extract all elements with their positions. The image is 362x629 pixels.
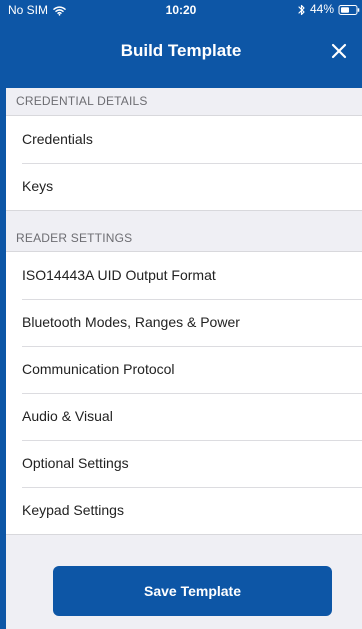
bluetooth-icon bbox=[298, 4, 306, 16]
section-header-credential-details: CREDENTIAL DETAILS bbox=[6, 88, 362, 115]
list-item-label: Bluetooth Modes, Ranges & Power bbox=[22, 314, 240, 330]
list-item-optional-settings[interactable]: Optional Settings bbox=[6, 440, 362, 487]
list-item-communication-protocol[interactable]: Communication Protocol bbox=[6, 346, 362, 393]
list-item-bluetooth-modes-ranges-power[interactable]: Bluetooth Modes, Ranges & Power bbox=[6, 299, 362, 346]
save-template-button[interactable]: Save Template bbox=[53, 566, 332, 616]
navigation-bar: Build Template bbox=[0, 20, 362, 88]
section-header-reader-settings: READER SETTINGS bbox=[6, 211, 362, 251]
list-item-audio-visual[interactable]: Audio & Visual bbox=[6, 393, 362, 440]
credential-details-group: Credentials Keys bbox=[6, 115, 362, 211]
close-icon[interactable] bbox=[328, 40, 350, 62]
list-item-label: Keypad Settings bbox=[22, 502, 124, 518]
list-item-iso14443a-uid-output-format[interactable]: ISO14443A UID Output Format bbox=[6, 252, 362, 299]
settings-list: CREDENTIAL DETAILS Credentials Keys READ… bbox=[6, 88, 362, 629]
list-item-keypad-settings[interactable]: Keypad Settings bbox=[6, 487, 362, 534]
status-right: 44% bbox=[298, 3, 360, 16]
battery-percent: 44% bbox=[309, 2, 334, 16]
list-item-label: Optional Settings bbox=[22, 455, 129, 471]
battery-icon bbox=[338, 4, 360, 16]
list-item-label: ISO14443A UID Output Format bbox=[22, 267, 216, 283]
page-title: Build Template bbox=[120, 41, 242, 60]
app-screen: No SIM 10:20 44% Build Template CREDENTI… bbox=[0, 0, 362, 629]
reader-settings-group: ISO14443A UID Output Format Bluetooth Mo… bbox=[6, 251, 362, 535]
list-item-keys[interactable]: Keys bbox=[6, 163, 362, 210]
list-item-label: Keys bbox=[22, 178, 54, 194]
status-bar: No SIM 10:20 44% bbox=[0, 0, 362, 20]
footer-actions: Save Template bbox=[6, 537, 362, 629]
list-item-credentials[interactable]: Credentials bbox=[6, 116, 362, 163]
list-item-label: Communication Protocol bbox=[22, 361, 175, 377]
list-item-label: Credentials bbox=[22, 131, 93, 147]
list-item-label: Audio & Visual bbox=[22, 408, 113, 424]
